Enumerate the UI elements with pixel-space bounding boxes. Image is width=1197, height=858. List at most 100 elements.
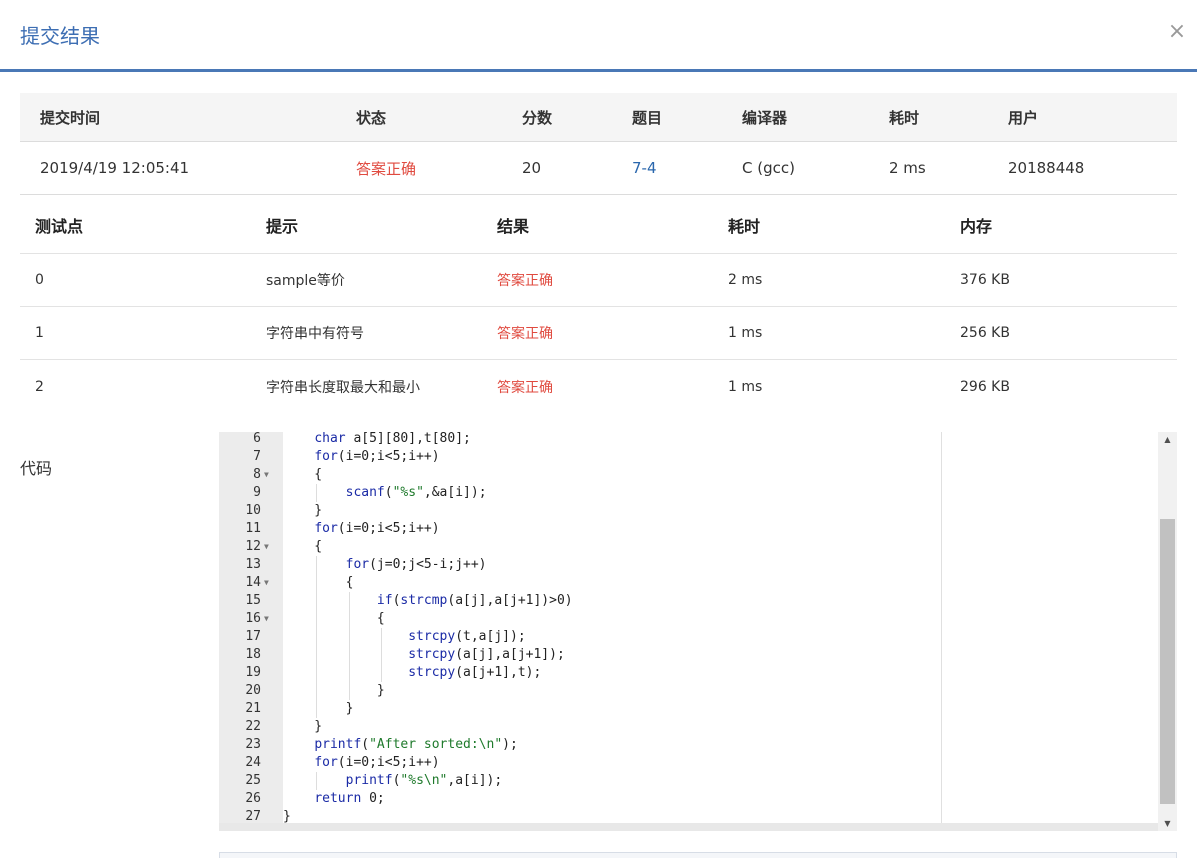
line-number: 8 (253, 467, 261, 482)
header-compiler: 编译器 (742, 108, 788, 127)
line-number: 24 (245, 755, 261, 770)
code-line: 17 strcpy(t,a[j]); (219, 628, 1159, 646)
vertical-scrollbar[interactable]: ▲ ▼ (1158, 432, 1177, 831)
scroll-down-icon[interactable]: ▼ (1158, 819, 1177, 828)
case-time: 2 ms (728, 272, 763, 288)
code-line: 23 printf("After sorted:\n"); (219, 736, 1159, 754)
testcase-header-row: 测试点 提示 结果 耗时 内存 (20, 196, 1177, 254)
scroll-up-icon[interactable]: ▲ (1158, 435, 1177, 444)
fold-toggle-icon[interactable]: ▼ (264, 466, 274, 484)
dialog-title: 提交结果 (20, 24, 100, 48)
code-text: for(i=0;i<5;i++) (314, 449, 440, 464)
code-line: 8 ▼ { (219, 466, 1159, 484)
code-line: 14 ▼ { (219, 574, 1159, 592)
code-line: 25 printf("%s\n",a[i]); (219, 772, 1159, 790)
line-number: 25 (245, 773, 261, 788)
submission-score: 20 (522, 159, 542, 177)
fold-toggle-icon[interactable]: ▼ (264, 538, 274, 556)
line-number: 20 (245, 683, 261, 698)
header-status: 状态 (356, 108, 387, 127)
code-line: 12 ▼ { (219, 538, 1159, 556)
bottom-panel-edge (219, 852, 1177, 858)
code-line: 15 if(strcmp(a[j],a[j+1])>0) (219, 592, 1159, 610)
code-text: { (283, 575, 354, 590)
fold-toggle-icon[interactable]: ▼ (264, 610, 274, 628)
submission-time: 2019/4/19 12:05:41 (40, 159, 190, 177)
code-text: printf("%s\n",a[i]); (345, 773, 503, 788)
close-icon[interactable]: × (1167, 18, 1187, 46)
code-line: 6 char a[5][80],t[80]; (219, 432, 1159, 448)
code-text: strcpy(t,a[j]); (408, 629, 526, 644)
submission-user: 20188448 (1008, 159, 1085, 177)
scrollbar-thumb[interactable] (1160, 519, 1175, 804)
case-hint: sample等价 (266, 273, 345, 289)
code-text: scanf("%s",&a[i]); (345, 485, 487, 500)
code-line: 21 } (219, 700, 1159, 718)
testcase-table: 测试点 提示 结果 耗时 内存 0 sample等价 答案正确 2 ms 376… (20, 196, 1177, 413)
code-text: strcpy(a[j+1],t); (408, 665, 542, 680)
header-score: 分数 (522, 108, 553, 127)
testcase-row: 1 字符串中有符号 答案正确 1 ms 256 KB (20, 307, 1177, 360)
problem-link[interactable]: 7-4 (632, 142, 657, 194)
submission-status: 答案正确 (356, 159, 417, 178)
code-line: 26 return 0; (219, 790, 1159, 808)
horizontal-scrollbar[interactable] (219, 823, 1158, 831)
testcase-row: 2 字符串长度取最大和最小 答案正确 1 ms 296 KB (20, 360, 1177, 413)
fold-toggle-icon[interactable]: ▼ (264, 574, 274, 592)
submission-table: 提交时间 状态 分数 题目 编译器 耗时 用户 2019/4/19 12:05:… (20, 93, 1177, 195)
case-id: 0 (35, 272, 44, 288)
line-number: 22 (245, 719, 261, 734)
code-line: 11 for(i=0;i<5;i++) (219, 520, 1159, 538)
case-result: 答案正确 (497, 273, 553, 289)
case-memory: 376 KB (960, 272, 1010, 288)
case-result: 答案正确 (497, 326, 553, 342)
code-line: 19 strcpy(a[j+1],t); (219, 664, 1159, 682)
code-text: { (283, 539, 323, 554)
testcase-row: 0 sample等价 答案正确 2 ms 376 KB (20, 254, 1177, 307)
header-user: 用户 (1008, 108, 1039, 127)
code-line: 7 for(i=0;i<5;i++) (219, 448, 1159, 466)
code-line: 13 for(j=0;j<5-i;j++) (219, 556, 1159, 574)
case-result: 答案正确 (497, 379, 553, 396)
case-hint: 字符串中有符号 (266, 326, 364, 342)
code-text: for(i=0;i<5;i++) (314, 521, 440, 536)
submission-elapsed: 2 ms (889, 159, 926, 177)
line-number: 18 (245, 647, 261, 662)
code-text: printf("After sorted:\n"); (314, 737, 518, 752)
code-editor[interactable]: 6 char a[5][80],t[80]; 7 for(i=0;i<5;i++)… (219, 432, 1177, 831)
header-hint: 提示 (266, 216, 299, 236)
case-hint: 字符串长度取最大和最小 (266, 379, 420, 396)
header-time: 耗时 (728, 216, 761, 236)
code-text: for(j=0;j<5-i;j++) (345, 557, 487, 572)
code-text: for(i=0;i<5;i++) (314, 755, 440, 770)
line-number: 15 (245, 593, 261, 608)
header-submit-time: 提交时间 (40, 108, 101, 127)
case-memory: 296 KB (960, 378, 1010, 395)
code-label: 代码 (20, 459, 53, 478)
code-text: strcpy(a[j],a[j+1]); (408, 647, 565, 662)
line-number: 21 (245, 701, 261, 716)
code-lines: 6 char a[5][80],t[80]; 7 for(i=0;i<5;i++)… (219, 432, 1159, 831)
dialog-header: 提交结果 × (0, 0, 1197, 72)
header-problem: 题目 (632, 108, 663, 127)
case-id: 2 (35, 378, 44, 395)
code-line: 24 for(i=0;i<5;i++) (219, 754, 1159, 772)
line-number: 17 (245, 629, 261, 644)
line-number: 10 (245, 503, 261, 518)
code-line: 16 ▼ { (219, 610, 1159, 628)
code-text: } (283, 683, 385, 698)
code-text: } (283, 503, 323, 518)
case-memory: 256 KB (960, 325, 1010, 341)
header-result: 结果 (497, 216, 530, 236)
submission-row: 2019/4/19 12:05:41 答案正确 20 7-4 C (gcc) 2… (20, 142, 1177, 195)
code-line: 9 scanf("%s",&a[i]); (219, 484, 1159, 502)
line-number: 13 (245, 557, 261, 572)
code-text: { (283, 467, 323, 482)
line-number: 6 (253, 432, 261, 446)
code-line: 18 strcpy(a[j],a[j+1]); (219, 646, 1159, 664)
code-text: } (283, 701, 354, 716)
line-number: 26 (245, 791, 261, 806)
line-number: 23 (245, 737, 261, 752)
case-id: 1 (35, 325, 44, 341)
code-line: 20 } (219, 682, 1159, 700)
